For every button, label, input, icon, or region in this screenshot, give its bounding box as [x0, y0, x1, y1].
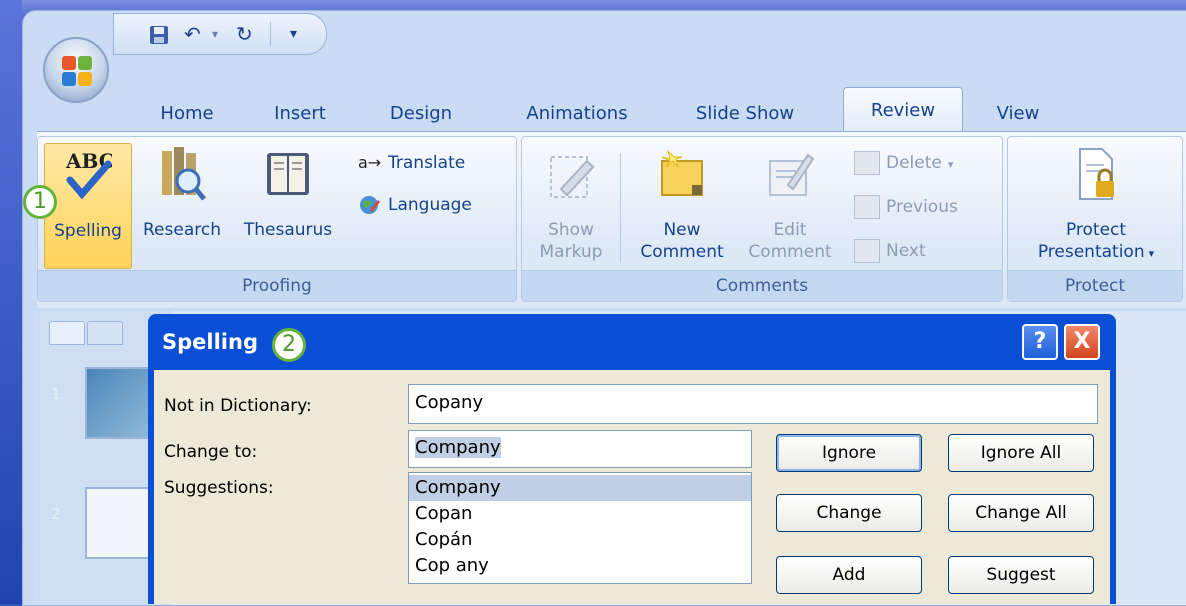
suggestions-list[interactable]: Company Copan Copán Cop any [408, 472, 752, 584]
new-comment-icon [661, 149, 703, 196]
language-globe-icon [360, 196, 380, 214]
undo-dropdown-icon[interactable]: ▾ [212, 24, 218, 44]
protect-presentation-button[interactable]: Protect Presentation ▾ [1014, 143, 1178, 269]
show-markup-icon [550, 156, 595, 198]
research-label: Research [143, 220, 221, 240]
proofing-group: ABC Spelling Research Thesaurus a→ Trans… [37, 136, 517, 302]
save-icon[interactable] [148, 24, 170, 46]
redo-icon[interactable]: ↻ [236, 24, 253, 44]
delete-comment-icon [854, 151, 880, 175]
show-markup-label: Show Markup [539, 220, 603, 262]
ribbon: ABC Spelling Research Thesaurus a→ Trans… [37, 131, 1186, 308]
next-comment-button[interactable]: Next [854, 235, 926, 267]
suggest-button[interactable]: Suggest [948, 556, 1094, 594]
protect-document-lock-icon [1079, 148, 1114, 200]
language-label: Language [388, 195, 472, 215]
thesaurus-book-icon [267, 153, 309, 195]
undo-icon[interactable]: ↶ [184, 24, 201, 44]
comments-group-label: Comments [522, 270, 1002, 301]
protect-dropdown-icon: ▾ [1148, 247, 1155, 260]
tab-animations[interactable]: Animations [507, 97, 647, 131]
add-button[interactable]: Add [776, 556, 922, 594]
thesaurus-button[interactable]: Thesaurus [232, 143, 344, 269]
language-button[interactable]: Language [358, 189, 472, 221]
tab-view[interactable]: View [983, 97, 1053, 131]
change-to-label: Change to: [164, 442, 258, 462]
close-button[interactable]: X [1064, 324, 1100, 360]
protect-presentation-label: Protect Presentation ▾ [1037, 220, 1155, 262]
change-button[interactable]: Change [776, 494, 922, 532]
tab-home[interactable]: Home [147, 97, 227, 131]
edit-comment-label: Edit Comment [748, 220, 832, 262]
tab-design[interactable]: Design [377, 97, 465, 131]
comments-group: Show Markup New Comment Edit Comment Del… [521, 136, 1003, 302]
list-item[interactable]: Company [409, 475, 751, 501]
translate-button[interactable]: a→ Translate [358, 147, 465, 179]
show-markup-button[interactable]: Show Markup [528, 143, 614, 269]
slides-tab[interactable] [49, 321, 85, 345]
previous-comment-button[interactable]: Previous [854, 191, 958, 223]
callout-2: 2 [272, 328, 306, 362]
thesaurus-label: Thesaurus [243, 220, 333, 240]
tab-slide-show[interactable]: Slide Show [679, 97, 811, 131]
slide-number: 2 [51, 505, 61, 523]
previous-label: Previous [886, 197, 958, 217]
spelling-dialog: Spelling 2 ? X Not in Dictionary: Copany… [148, 314, 1116, 604]
research-icon [162, 147, 206, 201]
help-button[interactable]: ? [1022, 324, 1058, 360]
delete-comment-button[interactable]: Delete ▾ [854, 147, 953, 179]
change-all-button[interactable]: Change All [948, 494, 1094, 532]
new-comment-button[interactable]: New Comment [626, 143, 738, 269]
callout-1: 1 [23, 185, 57, 219]
protect-group-label: Protect [1008, 270, 1182, 301]
ribbon-tabs: Home Insert Design Animations Slide Show… [23, 87, 1186, 133]
proofing-group-label: Proofing [38, 270, 516, 301]
ignore-all-button[interactable]: Ignore All [948, 434, 1094, 472]
dialog-body: Not in Dictionary: Copany Change to: Com… [154, 370, 1110, 604]
comments-separator [620, 153, 621, 263]
new-comment-label: New Comment [640, 220, 724, 262]
previous-comment-icon [854, 195, 880, 219]
translate-icon: a→ [358, 153, 382, 172]
not-in-dictionary-label: Not in Dictionary: [164, 396, 312, 416]
suggestions-label: Suggestions: [164, 478, 274, 498]
change-to-value: Company [415, 437, 501, 458]
edit-comment-button[interactable]: Edit Comment [738, 143, 842, 269]
spelling-abc-check-icon: ABC [65, 149, 112, 200]
protect-group: Protect Presentation ▾ Protect [1007, 136, 1183, 302]
next-label: Next [886, 241, 926, 261]
dialog-title: Spelling [162, 330, 258, 354]
spelling-button[interactable]: ABC Spelling [44, 143, 132, 269]
ignore-button[interactable]: Ignore [776, 434, 922, 472]
list-item[interactable]: Cop any [409, 553, 751, 579]
desktop-background-left [0, 0, 22, 604]
office-logo-icon [62, 56, 92, 86]
research-button[interactable]: Research [134, 143, 230, 269]
edit-comment-icon [769, 153, 814, 196]
customize-qat-icon[interactable]: ▾ [290, 24, 297, 44]
translate-label: Translate [388, 153, 466, 173]
outline-tab[interactable] [87, 321, 123, 345]
delete-dropdown-icon: ▾ [947, 158, 954, 171]
slide-number: 1 [51, 385, 61, 403]
qat-separator [270, 22, 271, 46]
list-item[interactable]: Copan [409, 501, 751, 527]
quick-access-toolbar: ↶ ▾ ↻ ▾ [113, 13, 327, 55]
not-in-dictionary-field[interactable]: Copany [408, 384, 1098, 424]
list-item[interactable]: Copán [409, 527, 751, 553]
spelling-label: Spelling [54, 221, 122, 241]
delete-label: Delete [886, 153, 942, 173]
next-comment-icon [854, 239, 880, 263]
tab-review[interactable]: Review [843, 87, 963, 133]
tab-insert[interactable]: Insert [259, 97, 341, 131]
change-to-input[interactable]: Company [408, 430, 752, 468]
